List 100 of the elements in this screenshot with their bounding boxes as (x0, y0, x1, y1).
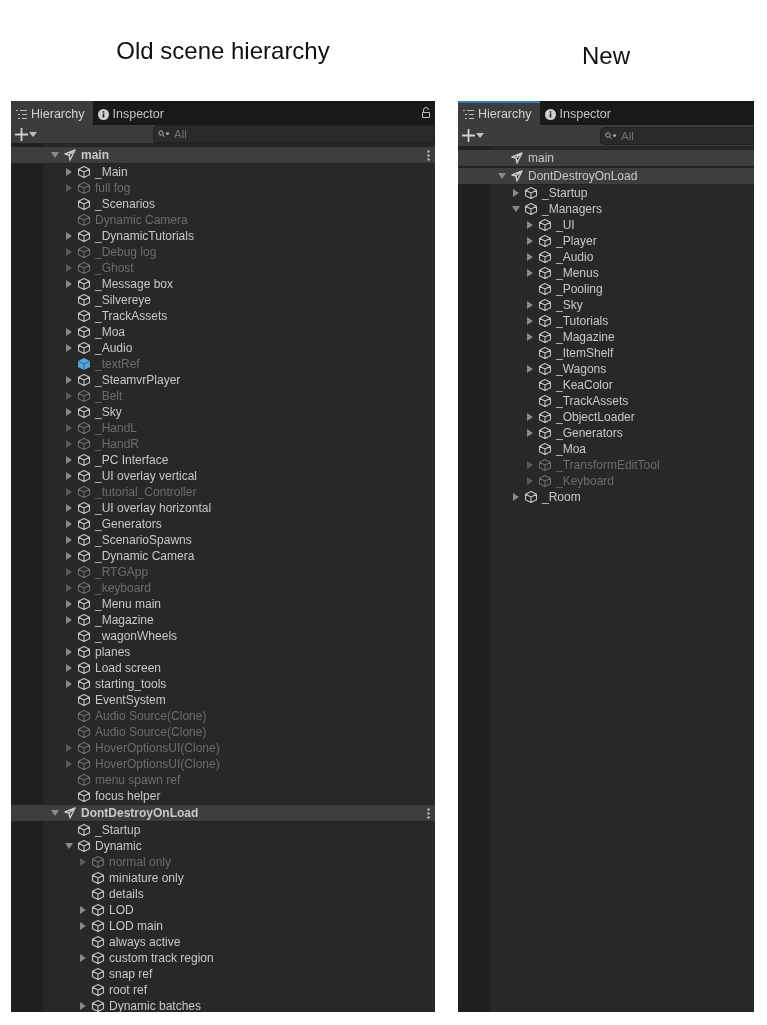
hierarchy-item[interactable]: _Startup (11, 822, 435, 838)
collapsed-arrow-icon[interactable] (526, 365, 534, 373)
hierarchy-item[interactable]: _Room (458, 489, 754, 505)
cube-icon (77, 789, 91, 803)
hierarchy-item[interactable]: snap ref (11, 966, 435, 982)
collapsed-arrow-icon[interactable] (512, 189, 520, 197)
more-icon[interactable] (427, 149, 430, 161)
hierarchy-item[interactable]: _TrackAssets (11, 308, 435, 324)
hierarchy-item[interactable]: focus helper (11, 788, 435, 804)
hierarchy-item[interactable]: _PC Interface (11, 452, 435, 468)
plus-icon (462, 129, 475, 142)
hierarchy-item[interactable]: always active (11, 934, 435, 950)
hierarchy-item[interactable]: details (11, 886, 435, 902)
cube-icon (77, 309, 91, 323)
hierarchy-item[interactable]: _Player (458, 233, 754, 249)
hierarchy-item[interactable]: _Moa (458, 441, 754, 457)
lock-icon[interactable] (422, 107, 430, 118)
collapsed-arrow-icon[interactable] (79, 954, 87, 962)
hierarchy-item[interactable]: _Startup (458, 185, 754, 201)
hierarchy-item[interactable]: _UI (458, 217, 754, 233)
hierarchy-item[interactable]: _ItemShelf (458, 345, 754, 361)
hierarchy-item[interactable]: Dynamic batches (11, 998, 435, 1012)
hierarchy-item[interactable]: Dynamic (11, 838, 435, 854)
cube-icon (91, 935, 105, 949)
scene-row[interactable]: main (458, 149, 754, 167)
cube-icon (524, 186, 538, 200)
hierarchy-item[interactable]: _Sky (458, 297, 754, 313)
hierarchy-item[interactable]: _Tutorials (458, 313, 754, 329)
hierarchy-item[interactable]: custom track region (11, 950, 435, 966)
hierarchy-item[interactable]: _KeaColor (458, 377, 754, 393)
hierarchy-item[interactable]: _TrackAssets (458, 393, 754, 409)
cube-icon (77, 725, 91, 739)
hierarchy-item[interactable]: _wagonWheels (11, 628, 435, 644)
hierarchy-item[interactable]: planes (11, 644, 435, 660)
cube-icon (77, 373, 91, 387)
hierarchy-item[interactable]: _Moa (11, 324, 435, 340)
hierarchy-item[interactable]: _Audio (11, 340, 435, 356)
expanded-arrow-icon[interactable] (498, 172, 506, 180)
expanded-arrow-icon[interactable] (51, 151, 59, 159)
hierarchy-item[interactable]: _Menus (458, 265, 754, 281)
caption: New (582, 41, 630, 70)
cube-icon (524, 202, 538, 216)
expanded-arrow-icon[interactable] (512, 205, 520, 213)
cube-icon (77, 677, 91, 691)
hierarchy-item[interactable]: _Managers (458, 201, 754, 217)
collapsed-arrow-icon[interactable] (79, 1002, 87, 1010)
cube-icon (77, 773, 91, 787)
cube-icon (77, 341, 91, 355)
cube-icon (77, 357, 91, 371)
hierarchy-item[interactable]: _UI overlay horizontal (11, 500, 435, 516)
cube-icon (91, 919, 105, 933)
search-field[interactable]: All (600, 126, 754, 145)
hierarchy-item[interactable]: _Sky (11, 404, 435, 420)
scene-row[interactable]: DontDestroyOnLoad (458, 167, 754, 185)
hierarchy-item[interactable]: _Audio (458, 249, 754, 265)
hierarchy-item[interactable]: _Magazine (458, 329, 754, 345)
expanded-arrow-icon[interactable] (65, 842, 73, 850)
cube-icon (77, 277, 91, 291)
hierarchy-item[interactable]: _Pooling (458, 281, 754, 297)
search-field[interactable]: All (153, 125, 435, 143)
tab[interactable]: Inspector (92, 101, 172, 125)
tab[interactable]: Hierarchy (11, 101, 93, 125)
cube-icon (538, 362, 552, 376)
cube-icon (91, 951, 105, 965)
scene-row[interactable]: DontDestroyOnLoad (11, 804, 435, 822)
scene-row[interactable]: main (11, 146, 435, 164)
hierarchy-item[interactable]: _Magazine (11, 612, 435, 628)
hierarchy-item[interactable]: _UI overlay vertical (11, 468, 435, 484)
hierarchy-item[interactable]: starting_tools (11, 676, 435, 692)
hierarchy-item[interactable]: miniature only (11, 870, 435, 886)
hierarchy-item[interactable]: _Message box (11, 276, 435, 292)
hierarchy-item[interactable]: _ScenarioSpawns (11, 532, 435, 548)
hierarchy-item[interactable]: EventSystem (11, 692, 435, 708)
hierarchy-item[interactable]: _Silvereye (11, 292, 435, 308)
cube-icon (77, 823, 91, 837)
hierarchy-item[interactable]: _Scenarios (11, 196, 435, 212)
hierarchy-item[interactable]: _ObjectLoader (458, 409, 754, 425)
hierarchy-item[interactable]: _SteamvrPlayer (11, 372, 435, 388)
expanded-arrow-icon[interactable] (51, 809, 59, 817)
tab[interactable]: Hierarchy (458, 101, 540, 125)
hierarchy-item[interactable]: _Wagons (458, 361, 754, 377)
cube-icon (77, 325, 91, 339)
cube-icon (77, 549, 91, 563)
cube-icon (538, 266, 552, 280)
hierarchy-item[interactable]: root ref (11, 982, 435, 998)
hierarchy-item[interactable]: Load screen (11, 660, 435, 676)
hierarchy-item[interactable]: _Generators (458, 425, 754, 441)
hierarchy-item[interactable]: _Menu main (11, 596, 435, 612)
cube-icon (538, 298, 552, 312)
hierarchy-item[interactable]: _Main (11, 164, 435, 180)
hierarchy-item[interactable]: LOD (11, 902, 435, 918)
hierarchy-item[interactable]: _DynamicTutorials (11, 228, 435, 244)
cube-icon (538, 314, 552, 328)
hierarchy-item[interactable]: LOD main (11, 918, 435, 934)
cube-icon (524, 490, 538, 504)
hierarchy-item[interactable]: _Dynamic Camera (11, 548, 435, 564)
hierarchy-item[interactable]: _Generators (11, 516, 435, 532)
tab[interactable]: Inspector (539, 101, 619, 125)
more-icon[interactable] (427, 807, 430, 819)
cube-icon (538, 346, 552, 360)
